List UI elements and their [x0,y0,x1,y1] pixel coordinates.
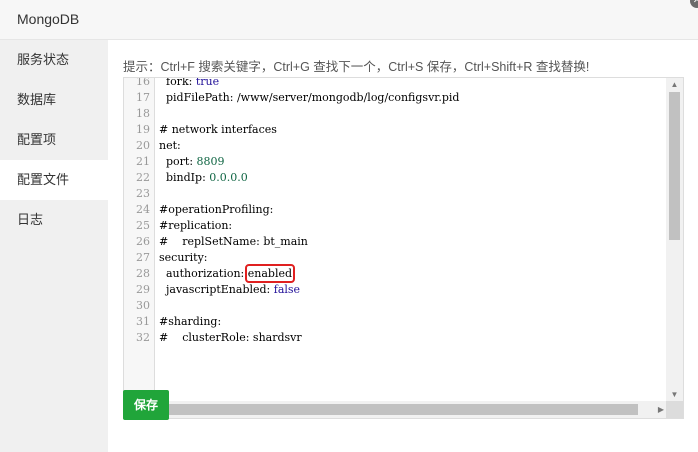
line-number: 18 [136,107,150,120]
config-value: true [195,77,220,88]
sidebar-item-config-file[interactable]: 配置文件 [0,160,108,200]
code-line[interactable]: 16 fork: true [124,77,664,90]
line-number: 22 [136,171,150,184]
line-text: bindIp: 0.0.0.0 [159,171,248,184]
horizontal-scrollbar[interactable]: ◀ ▶ [124,401,668,418]
highlighted-value: enabled [244,264,296,283]
line-number: 31 [136,315,150,328]
main-panel: 提示：Ctrl+F 搜索关键字，Ctrl+G 查找下一个，Ctrl+S 保存，C… [108,40,698,452]
horizontal-scroll-thumb[interactable] [138,404,638,415]
line-number: 21 [136,155,150,168]
window-title: MongoDB [17,11,80,27]
line-number: 24 [136,203,150,216]
code-line[interactable]: 19 # network interfaces [124,122,664,138]
sidebar-item-logs[interactable]: 日志 [0,200,108,240]
sidebar-item-service-status[interactable]: 服务状态 [0,40,108,80]
vertical-scroll-thumb[interactable] [669,92,680,240]
line-number: 20 [136,139,150,152]
scroll-up-icon[interactable]: ▲ [666,78,683,92]
code-line[interactable]: 27 security: [124,250,664,266]
code-lines[interactable]: 16 fork: true 17 pidFilePath: /www/server… [124,77,664,346]
line-number: 32 [136,331,150,344]
line-number: 23 [136,187,150,200]
code-line[interactable]: 22 bindIp: 0.0.0.0 [124,170,664,186]
line-text: # clusterRole: shardsvr [159,331,302,344]
close-icon[interactable]: ✕ [690,0,698,8]
title-bar: MongoDB ✕ [0,0,698,40]
line-number: 29 [136,283,150,296]
vertical-scrollbar[interactable]: ▲ ▼ [666,78,683,402]
scrollbar-corner [666,401,683,418]
line-number: 25 [136,219,150,232]
line-text: authorization: enabled [159,264,296,283]
line-number: 30 [136,299,150,312]
code-line[interactable]: 18 [124,106,664,122]
line-number: 28 [136,267,150,280]
line-number: 17 [136,91,150,104]
line-text: # replSetName: bt_main [159,235,308,248]
line-text: javascriptEnabled: false [159,283,301,296]
code-line[interactable]: 17 pidFilePath: /www/server/mongodb/log/… [124,90,664,106]
code-line[interactable]: 20 net: [124,138,664,154]
config-value: 8809 [196,155,225,168]
save-button[interactable]: 保存 [123,390,169,420]
line-text: fork: true [159,77,220,88]
code-line[interactable]: 24 #operationProfiling: [124,202,664,218]
line-text: #sharding: [159,315,222,328]
line-text: #operationProfiling: [159,203,274,216]
shortcut-hint: 提示：Ctrl+F 搜索关键字，Ctrl+G 查找下一个，Ctrl+S 保存，C… [123,60,590,74]
sidebar-item-config-options[interactable]: 配置项 [0,120,108,160]
code-line[interactable]: 29 javascriptEnabled: false [124,282,664,298]
line-text: # network interfaces [159,123,277,136]
line-text: net: [159,139,181,152]
config-value: 0.0.0.0 [209,171,248,184]
scroll-down-icon[interactable]: ▼ [666,388,683,402]
line-text: security: [159,251,208,264]
code-line[interactable]: 32 # clusterRole: shardsvr [124,330,664,346]
sidebar-item-database[interactable]: 数据库 [0,80,108,120]
sidebar: 服务状态 数据库 配置项 配置文件 日志 [0,40,108,452]
line-number: 27 [136,251,150,264]
code-line[interactable]: 25 #replication: [124,218,664,234]
config-editor[interactable]: 16 fork: true 17 pidFilePath: /www/server… [123,77,684,419]
line-number: 26 [136,235,150,248]
code-line[interactable]: 21 port: 8809 [124,154,664,170]
code-line[interactable]: 26 # replSetName: bt_main [124,234,664,250]
line-text: #replication: [159,219,233,232]
line-number: 19 [136,123,150,136]
code-line[interactable]: 23 [124,186,664,202]
line-text: pidFilePath: /www/server/mongodb/log/con… [159,91,460,104]
line-number: 16 [136,77,150,88]
code-line[interactable]: 28 authorization: enabled [124,264,664,283]
code-line[interactable]: 30 [124,298,664,314]
code-line[interactable]: 31 #sharding: [124,314,664,330]
config-value: false [273,283,301,296]
line-text: port: 8809 [159,155,225,168]
